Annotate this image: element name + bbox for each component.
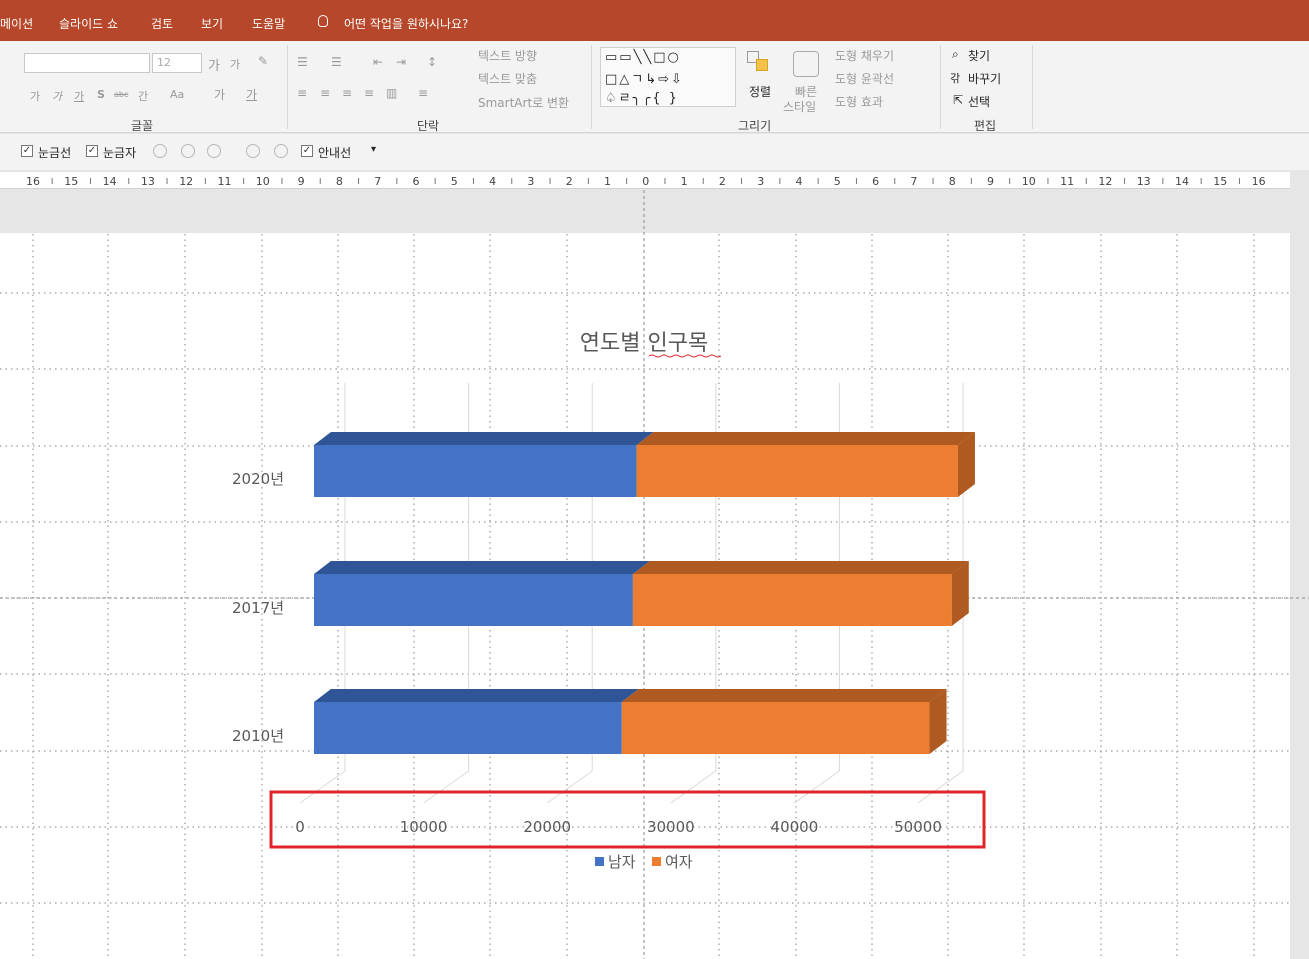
floor-gridline: [546, 770, 593, 804]
bar-top-face: [314, 689, 639, 702]
ruler-tick-label: 9: [298, 175, 305, 188]
bar-segment: [314, 445, 637, 497]
bar-top-face: [621, 689, 947, 702]
ruler-tick-label: 4: [489, 175, 496, 188]
x-tick-label: 50000: [894, 818, 942, 836]
ruler-tick-label: 7: [910, 175, 917, 188]
legend-swatch: [595, 857, 604, 866]
ruler-tick-label: 11: [218, 175, 232, 188]
ruler-tick-label: 2: [719, 175, 726, 188]
ruler-tick-label: 1: [604, 175, 611, 188]
ruler-tick-label: 10: [256, 175, 270, 188]
bar-segment: [632, 574, 952, 626]
ruler-tick-label: 14: [1175, 175, 1189, 188]
floor-gridline: [794, 770, 840, 804]
ruler-tick-label: 10: [1022, 175, 1036, 188]
ruler-tick-label: 13: [1137, 175, 1151, 188]
bar-segment: [314, 574, 633, 626]
bar-segment: [621, 702, 930, 754]
bar-segment: [636, 445, 958, 497]
category-label: 2017년: [232, 599, 284, 617]
chart-svg[interactable]: 16 15 14 13 12 11 10 9 8 7 6 5 4 3 2 1 0 1 2 3 4 5 6 7 8 9 10 11 12 1…: [0, 0, 1309, 959]
ruler-tick-label: 11: [1060, 175, 1074, 188]
ruler-tick-label: 6: [413, 175, 420, 188]
bar-top-face: [636, 432, 975, 445]
bar-top-face: [314, 432, 654, 445]
category-label: 2010년: [232, 727, 284, 745]
bar-top-face: [632, 561, 969, 574]
x-tick-label: 10000: [400, 818, 448, 836]
category-label: 2020년: [232, 470, 284, 488]
ruler-tick-label: 1: [681, 175, 688, 188]
legend-label: 남자: [608, 853, 636, 871]
floor-gridline: [299, 770, 346, 804]
ruler-tick-label: 8: [949, 175, 956, 188]
legend-swatch: [652, 857, 661, 866]
axis-highlight-box: [269, 790, 986, 849]
ruler-tick-label: 8: [336, 175, 343, 188]
bar-top-face: [314, 561, 650, 574]
x-tick-label: 30000: [647, 818, 695, 836]
ruler-ticks: 16 15 14 13 12 11 10 9 8 7 6 5 4 3 2 1 0 1 2 3 4 5 6 7 8 9 10 11 12 1…: [26, 175, 1266, 188]
ruler-tick-label: 2: [566, 175, 573, 188]
floor-gridline: [423, 770, 469, 804]
ruler-tick-label: 6: [872, 175, 879, 188]
legend-label: 여자: [665, 853, 693, 871]
chart: 연도별 인구목 2020년 2017년 2010년 0 10000 20000 30000 40…: [232, 331, 986, 871]
ruler-tick-label: 15: [1213, 175, 1227, 188]
ruler-tick-label: 7: [374, 175, 381, 188]
ruler-tick-label: 12: [1098, 175, 1112, 188]
floor-gridline: [670, 770, 717, 804]
ruler-tick-label: 12: [179, 175, 193, 188]
x-tick-label: 40000: [771, 818, 819, 836]
ruler-tick-label: 15: [64, 175, 78, 188]
x-tick-label: 0: [295, 818, 305, 836]
floor-gridline: [917, 770, 964, 804]
ruler-tick-label: 13: [141, 175, 155, 188]
ruler-tick-label: 3: [757, 175, 764, 188]
ruler-tick-label: 16: [26, 175, 40, 188]
ruler-tick-label: 5: [834, 175, 841, 188]
ruler-tick-label: 4: [796, 175, 803, 188]
ruler-tick-label: 14: [103, 175, 117, 188]
x-tick-label: 20000: [523, 818, 571, 836]
ruler-tick-label: 5: [451, 175, 458, 188]
chart-title: 연도별 인구목: [580, 331, 708, 356]
ruler-tick-label: 16: [1252, 175, 1266, 188]
ruler-tick-label: 3: [527, 175, 534, 188]
bar-segment: [314, 702, 622, 754]
ruler-tick-label: 0: [642, 175, 649, 188]
ruler-tick-label: 9: [987, 175, 994, 188]
